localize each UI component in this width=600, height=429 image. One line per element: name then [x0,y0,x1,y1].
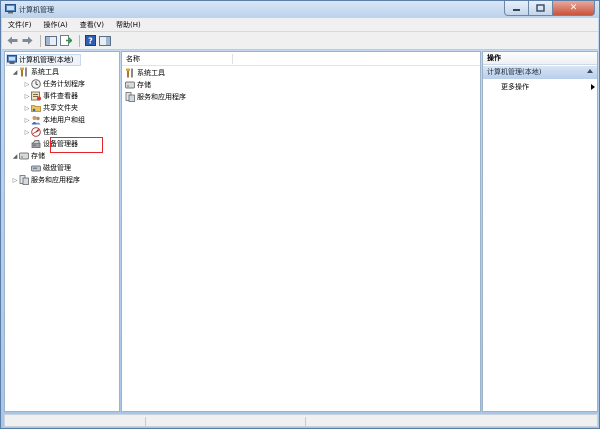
device-manager-highlight-box [50,137,103,153]
tree-item-label: 磁盘管理 [43,164,71,172]
window-title: 计算机管理 [19,6,54,14]
computer-management-window: 计算机管理 ✕ 文件(F) 操作(A) 查看(V) 帮助(H) ? 计算机管理(… [0,0,600,429]
close-button[interactable]: ✕ [553,1,595,16]
users-icon [31,115,41,125]
status-divider [305,417,306,426]
show-hide-tree-icon[interactable] [45,35,57,47]
window-controls: ✕ [504,1,595,16]
performance-icon [31,127,41,137]
disk-management-icon [31,163,41,173]
minimize-icon [513,8,520,11]
status-divider [145,417,146,426]
tree-item-label: 服务和应用程序 [31,176,80,184]
toolbar: ? [2,32,598,50]
actions-pane: 操作 计算机管理(本地) 更多操作 [482,51,598,412]
menu-action[interactable]: 操作(A) [38,18,74,32]
tree-item-label: 系统工具 [31,68,59,76]
submenu-arrow-icon [591,84,595,90]
tree-item-label: 共享文件夹 [43,104,78,112]
minimize-button[interactable] [504,1,529,16]
device-manager-icon [31,139,41,149]
actions-section-label: 计算机管理(本地) [487,68,542,76]
menu-help[interactable]: 帮助(H) [110,18,147,32]
collapsed-arrow-icon[interactable]: ▷ [23,117,31,124]
status-bar [4,414,598,427]
tree-item-label: 计算机管理(本地) [19,56,74,64]
export-list-icon[interactable] [60,35,72,47]
tree-item-event-viewer[interactable]: ▷ 事件查看器 [23,90,78,102]
more-actions-item[interactable]: 更多操作 [501,81,595,93]
show-hide-action-pane-icon[interactable] [99,35,111,47]
tree-item-services-applications[interactable]: ▷ 服务和应用程序 [11,174,80,186]
menu-file[interactable]: 文件(F) [2,18,38,32]
list-item-label: 系统工具 [137,69,165,77]
computer-management-icon [5,4,16,14]
content-list: 名称 系统工具 存储 服务和应用程序 [121,51,481,412]
list-item-label: 存储 [137,81,151,89]
services-icon [19,175,29,185]
column-header-name[interactable]: 名称 [122,52,480,66]
actions-header: 操作 [483,52,597,65]
event-viewer-icon [31,91,41,101]
tree-item-label: 存储 [31,152,45,160]
tree-item-system-tools[interactable]: ◢ 系统工具 [11,66,59,78]
forward-arrow-icon[interactable] [21,35,33,47]
tree-item-label: 任务计划程序 [43,80,85,88]
services-icon [125,92,135,102]
menu-bar: 文件(F) 操作(A) 查看(V) 帮助(H) [2,18,598,32]
collapsed-arrow-icon[interactable]: ▷ [23,105,31,112]
collapsed-arrow-icon[interactable]: ▷ [23,129,31,136]
expanded-arrow-icon[interactable]: ◢ [11,153,19,160]
tree-item-computer-management[interactable]: 计算机管理(本地) [6,54,81,66]
list-item-services-applications[interactable]: 服务和应用程序 [125,91,186,103]
tree-item-shared-folders[interactable]: ▷ 共享文件夹 [23,102,78,114]
toolbar-separator [79,34,80,47]
collapsed-arrow-icon[interactable]: ▷ [23,81,31,88]
collapsed-arrow-icon[interactable]: ▷ [11,177,19,184]
navigation-tree: 计算机管理(本地) ◢ 系统工具 ▷ 任务计划程序 ▷ 事件查看器 ▷ 共享文件… [4,51,120,412]
tools-icon [19,67,29,77]
clock-icon [31,79,41,89]
storage-icon [125,80,135,90]
list-item-storage[interactable]: 存储 [125,79,151,91]
collapse-caret-icon[interactable] [587,69,593,73]
svg-text:?: ? [88,37,93,46]
tree-item-local-users-groups[interactable]: ▷ 本地用户和组 [23,114,85,126]
more-actions-label: 更多操作 [501,83,529,91]
back-arrow-icon[interactable] [6,35,18,47]
actions-section-computer-management[interactable]: 计算机管理(本地) [483,66,597,79]
expanded-arrow-icon[interactable]: ◢ [11,69,19,76]
list-item-system-tools[interactable]: 系统工具 [125,67,165,79]
list-item-label: 服务和应用程序 [137,93,186,101]
tree-item-task-scheduler[interactable]: ▷ 任务计划程序 [23,78,85,90]
tree-item-label: 事件查看器 [43,92,78,100]
tree-item-label: 本地用户和组 [43,116,85,124]
maximize-icon [536,4,545,12]
tree-item-disk-management[interactable]: 磁盘管理 [31,162,71,174]
close-icon: ✕ [569,3,578,13]
help-icon[interactable]: ? [84,35,96,47]
title-bar[interactable]: 计算机管理 ✕ [1,1,599,18]
column-header-label: 名称 [126,55,140,63]
storage-icon [19,151,29,161]
tree-item-storage[interactable]: ◢ 存储 [11,150,45,162]
collapsed-arrow-icon[interactable]: ▷ [23,93,31,100]
tools-icon [125,68,135,78]
maximize-button[interactable] [529,1,553,16]
computer-management-icon [7,55,17,65]
column-divider[interactable] [232,54,233,64]
menu-view[interactable]: 查看(V) [74,18,110,32]
tree-item-label: 性能 [43,128,57,136]
shared-folder-icon [31,103,41,113]
toolbar-separator [40,34,41,47]
